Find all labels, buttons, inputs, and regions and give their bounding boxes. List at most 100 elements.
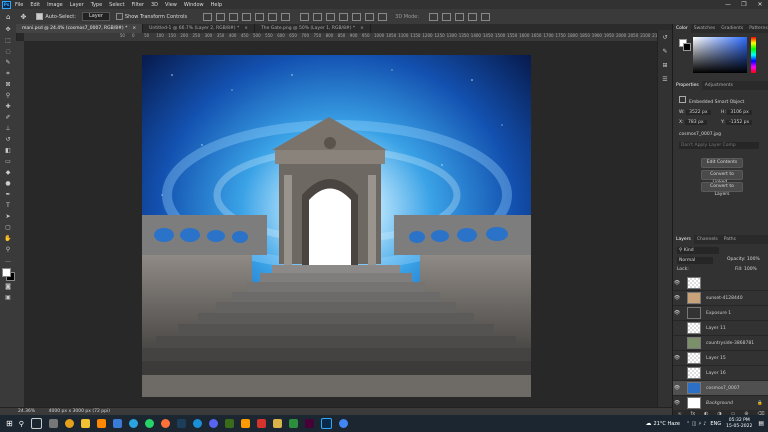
menu-help[interactable]: Help [211, 2, 222, 8]
blend-mode-dropdown[interactable]: Normal [677, 257, 713, 264]
zoom-tool-icon[interactable]: ⚲ [3, 246, 13, 254]
shape-tool-icon[interactable]: ▢ [3, 224, 13, 232]
menu-image[interactable]: Image [47, 2, 63, 8]
tab-swatches[interactable]: Swatches [691, 24, 719, 33]
layer-row[interactable]: 👁 Exposure 1 [673, 306, 768, 321]
tab-channels[interactable]: Channels [694, 235, 721, 244]
settings-app-icon[interactable] [49, 419, 59, 428]
document-canvas[interactable] [142, 55, 531, 397]
brush-settings-icon[interactable]: ✎ [658, 48, 672, 55]
layer-row[interactable]: · Layer 11 [673, 321, 768, 336]
layer-row[interactable]: 👁 sunset-4128440 [673, 291, 768, 306]
layer-row[interactable]: · countryside-3868781 [673, 336, 768, 351]
notification-icon[interactable]: ▤ [758, 420, 764, 427]
home-icon[interactable]: ⌂ [6, 13, 10, 21]
marquee-tool-icon[interactable]: ⬚ [3, 37, 13, 45]
minimize-button[interactable]: — [720, 0, 736, 9]
adjustments-icon[interactable]: ⊞ [658, 62, 672, 69]
frame-tool-icon[interactable]: ⊠ [3, 81, 13, 89]
blur-tool-icon[interactable]: ◆ [3, 169, 13, 177]
fill-field[interactable]: 100% [744, 267, 757, 272]
eye-icon[interactable]: 👁 [673, 295, 681, 301]
tab-untitled-1[interactable]: Untitled-1 @ 66.7% (Layer 2, RGB/8#) * × [143, 24, 256, 33]
discord-app-icon[interactable] [209, 419, 219, 428]
edge-app-icon[interactable] [193, 419, 203, 428]
lasso-tool-icon[interactable]: ◌ [3, 48, 13, 56]
layer-comp-dropdown[interactable]: Don't Apply Layer Comp [679, 142, 759, 149]
document-info[interactable]: 4000 px x 3000 px (72 ppi) [49, 409, 110, 414]
screen-mode-icon[interactable]: ▣ [3, 294, 13, 302]
foreground-background-colors[interactable] [1, 268, 15, 281]
tray-icons[interactable]: ⌃ ◫ ⚡ ♪ [686, 421, 706, 427]
brush-tool-icon[interactable]: ✐ [3, 114, 13, 122]
tab-properties[interactable]: Properties [673, 81, 702, 90]
convert-to-linked-button[interactable]: Convert to Linked... [701, 170, 743, 185]
properties-icon[interactable]: ☰ [658, 76, 672, 83]
photoshop-taskbar-icon[interactable] [321, 418, 333, 429]
hand-tool-icon[interactable]: ✋ [3, 235, 13, 243]
menu-filter[interactable]: Filter [132, 2, 144, 8]
tab-paths[interactable]: Paths [721, 235, 739, 244]
firefox-app-icon[interactable] [161, 419, 171, 428]
convert-to-layers-button[interactable]: Convert to Layers [701, 182, 743, 197]
tab-gradients[interactable]: Gradients [718, 24, 746, 33]
telegram-app-icon[interactable] [129, 419, 139, 428]
restore-button[interactable]: ❐ [736, 0, 752, 9]
menu-3d[interactable]: 3D [151, 2, 158, 8]
layer-row[interactable]: 👁 Layer 15 [673, 351, 768, 366]
gradient-tool-icon[interactable]: ▭ [3, 158, 13, 166]
eye-icon[interactable]: · [673, 370, 681, 376]
tab-color[interactable]: Color [673, 24, 691, 33]
background-color-swatch[interactable] [683, 43, 691, 51]
eye-icon[interactable]: 👁 [673, 310, 681, 316]
y-field[interactable]: -1352 px [726, 120, 753, 125]
eye-icon[interactable]: 👁 [673, 385, 681, 391]
layer-row[interactable]: 👁 Background 🔒 [673, 396, 768, 411]
close-button[interactable]: ✕ [752, 0, 768, 9]
auto-select-checkbox[interactable]: Auto-Select: [36, 13, 76, 20]
folder-app-icon[interactable] [81, 419, 91, 428]
menu-edit[interactable]: Edit [30, 2, 40, 8]
language-indicator[interactable]: ENG [710, 421, 721, 427]
chrome-app-icon[interactable] [65, 419, 75, 428]
tab-patterns[interactable]: Patterns [746, 24, 768, 33]
type-tool-icon[interactable]: T [3, 202, 13, 210]
close-icon[interactable]: × [132, 26, 136, 31]
history-icon[interactable]: ↺ [658, 34, 672, 41]
lightroom-app-icon[interactable] [177, 419, 187, 428]
tab-the-gate[interactable]: The Gate.png @ 50% (Layer 1, RGB/8#) * × [255, 24, 371, 33]
tab-adjustments[interactable]: Adjustments [702, 81, 736, 90]
quick-mask-icon[interactable]: ◙ [3, 283, 13, 291]
color-picker-field[interactable] [693, 37, 747, 73]
x-field[interactable]: 783 px [685, 120, 707, 125]
menu-layer[interactable]: Layer [70, 2, 84, 8]
menu-window[interactable]: Window [184, 2, 204, 8]
menu-type[interactable]: Type [91, 2, 102, 8]
eraser-tool-icon[interactable]: ◧ [3, 147, 13, 155]
crop-tool-icon[interactable]: ⌗ [3, 70, 13, 78]
illustrator-app-icon[interactable] [241, 419, 251, 428]
vlc-app-icon[interactable] [97, 419, 107, 428]
close-icon[interactable]: × [360, 26, 364, 31]
move-tool-icon[interactable]: ✥ [20, 13, 26, 21]
menu-select[interactable]: Select [109, 2, 124, 8]
pen-tool-icon[interactable]: ✒ [3, 191, 13, 199]
whatsapp-app-icon[interactable] [145, 419, 155, 428]
move-tool-icon[interactable]: ✥ [3, 26, 13, 34]
menu-view[interactable]: View [165, 2, 177, 8]
zoom-level[interactable]: 24.36% [18, 409, 35, 414]
task-view-icon[interactable] [31, 418, 43, 429]
browser-app-icon[interactable] [339, 419, 349, 428]
healing-tool-icon[interactable]: ✚ [3, 103, 13, 111]
quick-select-tool-icon[interactable]: ✎ [3, 59, 13, 67]
tab-mani[interactable]: mani.psd @ 24.4% (cosmos7_0007, RGB/8#) … [16, 24, 144, 33]
distribute-icons[interactable] [296, 12, 388, 21]
weather-text[interactable]: 21°C Haze [654, 421, 680, 427]
windows-start-icon[interactable]: ⊞ [6, 419, 13, 428]
media-app-icon[interactable] [289, 419, 299, 428]
eye-icon[interactable]: 👁 [673, 355, 681, 361]
opacity-field[interactable]: 100% [747, 257, 760, 262]
history-brush-icon[interactable]: ↺ [3, 136, 13, 144]
explorer-app-icon[interactable] [273, 419, 283, 428]
xd-app-icon[interactable] [305, 419, 315, 428]
